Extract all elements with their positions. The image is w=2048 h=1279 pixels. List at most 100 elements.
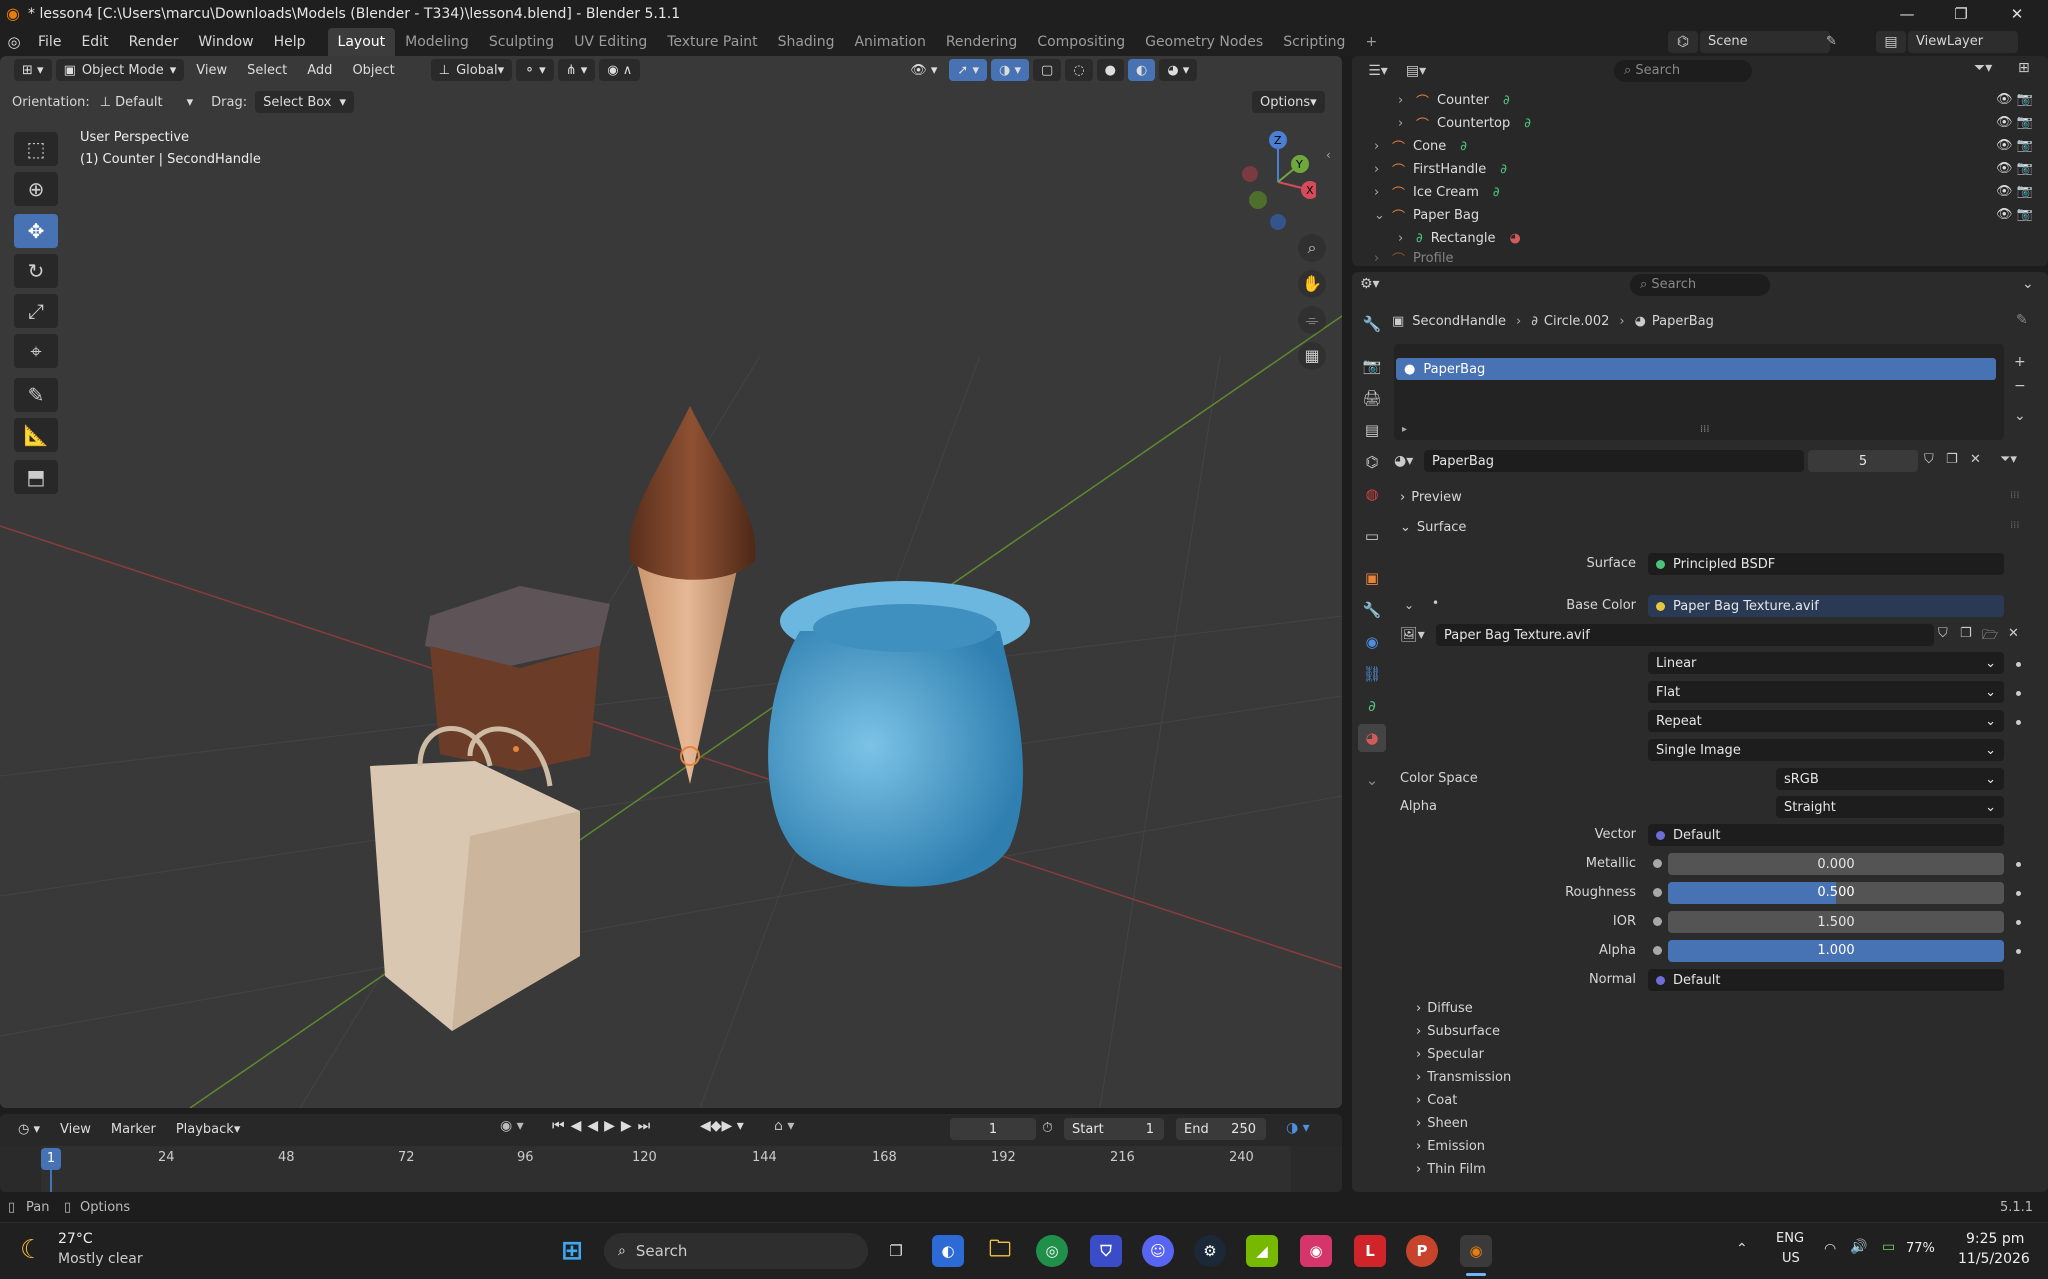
outliner-row-paper-bag[interactable]: ⌄ ⌒ Paper Bag	[1374, 204, 1479, 226]
battery-icon[interactable]: ▭	[1882, 1239, 1895, 1255]
image-duplicate-icon[interactable]: ❐	[1960, 626, 1972, 641]
powerpoint-icon[interactable]: P	[1406, 1235, 1438, 1267]
extension-dropdown[interactable]: Repeat ⌄	[1648, 710, 2004, 732]
volume-icon[interactable]: 🔊	[1850, 1239, 1867, 1255]
timeline-editor-icon[interactable]: ◷ ▾	[10, 1118, 48, 1140]
projection-dropdown[interactable]: Flat ⌄	[1648, 681, 2004, 703]
add-slot-icon[interactable]: +	[2014, 354, 2026, 370]
view-layer-icon[interactable]: ▤	[1876, 31, 1906, 53]
image-fake-user-icon[interactable]: ⛉	[1938, 626, 1948, 641]
snap-toggle[interactable]: ⋔ ▾	[557, 59, 596, 81]
ice-cream-object[interactable]	[629, 406, 756, 784]
timeline-menu-marker[interactable]: Marker	[103, 1118, 164, 1140]
shading-material[interactable]: ◐	[1127, 59, 1156, 81]
overlay-icon[interactable]: ◑ ▾	[1286, 1120, 1310, 1136]
tab-uv-editing[interactable]: UV Editing	[564, 28, 657, 56]
neg-x-handle[interactable]	[1242, 166, 1258, 182]
vector-field[interactable]: Default	[1648, 824, 2004, 846]
menu-render[interactable]: Render	[119, 28, 189, 56]
tab-scripting[interactable]: Scripting	[1273, 28, 1355, 56]
properties-editor-icon[interactable]: ⚙▾	[1360, 276, 1380, 292]
menu-select[interactable]: Select	[239, 59, 295, 81]
visibility-eye-icon[interactable]: 👁 📷	[1996, 138, 2033, 153]
camera-view-icon[interactable]: ⌯	[1298, 306, 1326, 334]
output-tab-icon[interactable]: 🖨	[1358, 384, 1386, 412]
close-window-button[interactable]: ✕	[1994, 0, 2040, 28]
keyframe-dot-icon[interactable]	[2016, 891, 2021, 896]
normal-field[interactable]: Default	[1648, 969, 2004, 991]
counter-object[interactable]	[425, 586, 610, 771]
navigation-gizmo[interactable]: Z X Y	[1226, 130, 1316, 230]
subpanel-diffuse[interactable]: › Diffuse	[1416, 1001, 1473, 1016]
tab-layout[interactable]: Layout	[327, 28, 396, 56]
weather-temp[interactable]: 27°C	[58, 1231, 93, 1247]
users-count-field[interactable]: 5	[1808, 450, 1918, 472]
alpha-slider[interactable]: 1.000	[1668, 940, 2004, 962]
3d-viewport[interactable]: ⊞ ▾ ▣ Object Mode ▾ View Select Add Object…	[0, 56, 1342, 1108]
gizmo-toggle[interactable]: ➚ ▾	[949, 59, 987, 81]
outliner-row-rectangle[interactable]: › ∂ Rectangle ◕	[1398, 227, 1521, 249]
scene-field[interactable]: Scene	[1700, 31, 1830, 53]
metallic-slider[interactable]: 0.000	[1668, 853, 2004, 875]
sidebar-toggle-icon[interactable]: ‹	[1326, 148, 1331, 162]
chevron-down-icon[interactable]: ⌄	[1404, 598, 1414, 612]
outliner-editor-icon[interactable]: ☰▾	[1360, 60, 1396, 82]
add-workspace-button[interactable]: +	[1355, 28, 1387, 56]
add-cube-tool[interactable]: ⬒	[14, 460, 58, 494]
image-browse-icon[interactable]: 🖼▾	[1400, 624, 1440, 646]
measure-tool[interactable]: 📐	[14, 418, 58, 452]
expand-icon[interactable]: ▸	[1402, 424, 1407, 435]
material-name-field[interactable]: PaperBag	[1424, 450, 1804, 472]
clock-date[interactable]: 11/5/2026	[1958, 1251, 2030, 1267]
subpanel-transmission[interactable]: › Transmission	[1416, 1070, 1511, 1085]
timeline-track[interactable]: 24 48 72 96 120 144 168 192 216 240 1	[0, 1146, 1342, 1192]
slot-specials-icon[interactable]: ⌄	[2014, 408, 2026, 424]
tray-chevron-up-icon[interactable]: ⌃	[1736, 1241, 1748, 1257]
ior-field[interactable]: 1.500	[1668, 911, 2004, 933]
fake-user-shield-icon[interactable]: ⛉	[1924, 452, 1934, 467]
region[interactable]: US	[1782, 1251, 1800, 1266]
scene-icon[interactable]: ⌬	[1668, 31, 1698, 53]
menu-object[interactable]: Object	[344, 59, 402, 81]
vpn-shield-icon[interactable]: ⛉	[1090, 1235, 1122, 1267]
keyframe-dot-icon[interactable]	[2016, 691, 2021, 696]
outliner-search-input[interactable]: ⌕ Search	[1614, 60, 1752, 82]
tab-compositing[interactable]: Compositing	[1027, 28, 1135, 56]
filter-icon[interactable]: ⏷▾	[1974, 60, 1992, 76]
duplicate-material-icon[interactable]: ❐	[1946, 452, 1958, 467]
unlink-material-icon[interactable]: ✕	[1970, 452, 1981, 467]
display-mode-icon[interactable]: ▤▾	[1398, 60, 1434, 82]
constraints-tab-icon[interactable]: ⛓	[1358, 660, 1386, 688]
file-explorer-icon[interactable]: 🗀	[984, 1235, 1016, 1267]
preview-panel-header[interactable]: › Preview	[1400, 490, 1462, 505]
remove-slot-icon[interactable]: −	[2014, 378, 2026, 394]
visibility-eye-icon[interactable]: 👁 📷	[1996, 184, 2033, 199]
outliner-row-firsthandle[interactable]: › ⌒ FirstHandle ∂	[1374, 158, 1507, 180]
weather-moon-icon[interactable]: ☾	[20, 1235, 43, 1265]
neg-z-handle[interactable]	[1270, 214, 1286, 230]
timeline[interactable]: ◷ ▾ View Marker Playback ▾ ◉ ▾ ⏮◀◀▶▶⏭ ◀◆…	[0, 1114, 1342, 1192]
keyframe-dot-icon[interactable]	[2016, 920, 2021, 925]
timeline-menu-view[interactable]: View	[52, 1118, 99, 1140]
pan-hand-icon[interactable]: ✋	[1298, 270, 1326, 298]
wifi-icon[interactable]: ◠	[1824, 1241, 1836, 1257]
pivot-dropdown[interactable]: ⚬ ▾	[516, 59, 554, 81]
image-name-field[interactable]: Paper Bag Texture.avif	[1436, 624, 1934, 646]
overlay-toggle[interactable]: ◑ ▾	[990, 59, 1029, 81]
current-frame-field[interactable]: 1	[950, 1118, 1036, 1140]
steam-icon[interactable]: ⚙	[1194, 1235, 1226, 1267]
tab-animation[interactable]: Animation	[844, 28, 935, 56]
outliner-row-ice-cream[interactable]: › ⌒ Ice Cream ∂	[1374, 181, 1500, 203]
rotate-tool[interactable]: ↻	[14, 254, 58, 288]
blender-menu-icon[interactable]: ◎	[0, 33, 28, 51]
neg-y-handle[interactable]	[1249, 191, 1267, 209]
move-tool[interactable]: ✥	[14, 214, 58, 248]
blender-taskbar-icon[interactable]: ◉	[1460, 1235, 1492, 1267]
menu-view[interactable]: View	[188, 59, 235, 81]
keyframe-jump-icon[interactable]: ◀◆▶ ▾	[700, 1118, 744, 1134]
material-slot-filter-icon[interactable]: ⏷▾	[2000, 452, 2017, 467]
menu-help[interactable]: Help	[264, 28, 316, 56]
shading-solid[interactable]: ●	[1096, 59, 1124, 81]
tool-tab-icon[interactable]: 🔧	[1358, 310, 1386, 338]
open-folder-icon[interactable]: 🗁	[1982, 626, 1998, 648]
